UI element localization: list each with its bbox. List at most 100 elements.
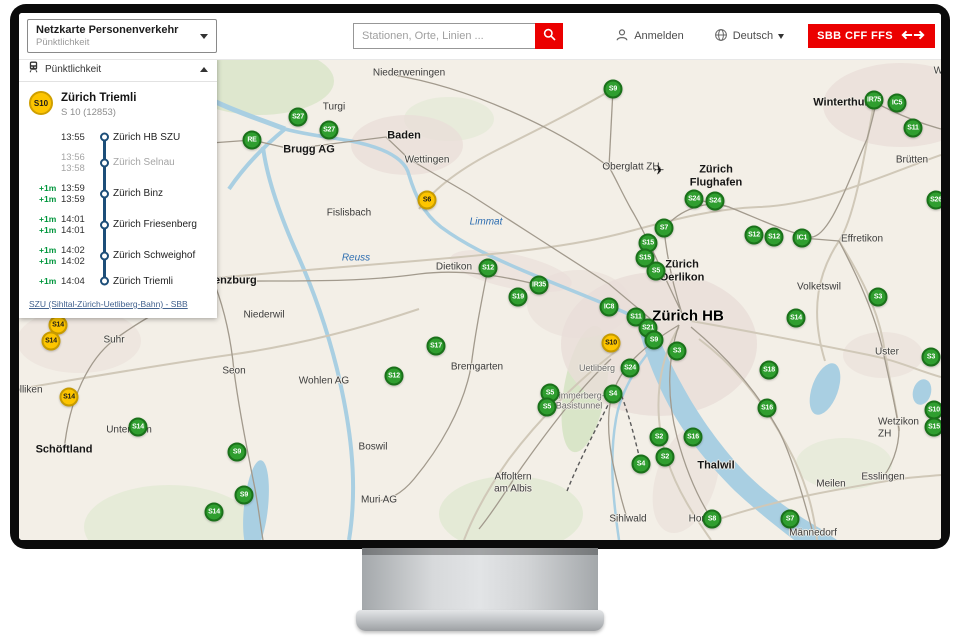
line-badge[interactable]: S6 bbox=[418, 191, 437, 210]
line-badge[interactable]: S12 bbox=[479, 259, 498, 278]
stop-row[interactable]: +1m13:59+1m13:59Zürich Binz bbox=[19, 178, 217, 209]
search-button[interactable] bbox=[535, 23, 563, 49]
line-badge[interactable]: IC1 bbox=[793, 229, 812, 248]
line-badge[interactable]: S5 bbox=[538, 398, 557, 417]
line-badge[interactable]: S3 bbox=[869, 288, 888, 307]
line-badge[interactable]: S14 bbox=[787, 309, 806, 328]
search-icon bbox=[543, 28, 556, 44]
stop-dot bbox=[100, 189, 109, 198]
panel-header[interactable]: Pünktlichkeit bbox=[19, 57, 217, 82]
monitor-frame: Netzkarte Personenverkehr Pünktlichkeit bbox=[10, 4, 950, 549]
app-header: Netzkarte Personenverkehr Pünktlichkeit bbox=[19, 13, 941, 60]
search-input[interactable] bbox=[353, 23, 535, 49]
layer-dropdown-title: Netzkarte Personenverkehr bbox=[36, 24, 200, 36]
chevron-down-icon bbox=[200, 34, 208, 39]
map-label: Wohlen AG bbox=[299, 375, 349, 387]
map-label: Uster bbox=[875, 346, 899, 358]
line-badge[interactable]: S2 bbox=[650, 428, 669, 447]
line-badge[interactable]: RE bbox=[243, 131, 262, 150]
line-badge[interactable]: S14 bbox=[129, 418, 148, 437]
line-badge[interactable]: S9 bbox=[235, 486, 254, 505]
airplane-icon: ✈ bbox=[654, 164, 665, 179]
line-badge[interactable]: S24 bbox=[685, 190, 704, 209]
punctuality-panel: Pünktlichkeit S10 Zürich Triemli S 10 (1… bbox=[19, 57, 217, 318]
line-badge[interactable]: S19 bbox=[509, 288, 528, 307]
line-badge[interactable]: S11 bbox=[904, 119, 923, 138]
map-label: Meilen bbox=[816, 478, 845, 490]
layer-dropdown[interactable]: Netzkarte Personenverkehr Pünktlichkeit bbox=[27, 19, 217, 53]
line-badge[interactable]: S24 bbox=[706, 192, 725, 211]
map-label: Dietikon bbox=[436, 261, 472, 273]
train-number: S 10 (12853) bbox=[61, 107, 136, 118]
sbb-logo[interactable]: SBB CFF FFS bbox=[808, 24, 935, 48]
line-badge[interactable]: S14 bbox=[205, 503, 224, 522]
stop-row[interactable]: +1m14:04Zürich Triemli bbox=[19, 271, 217, 291]
line-badge[interactable]: S3 bbox=[922, 348, 941, 367]
stop-row[interactable]: 13:5613:58Zürich Selnau bbox=[19, 147, 217, 178]
line-badge[interactable]: S5 bbox=[647, 262, 666, 281]
line-badge[interactable]: S4 bbox=[632, 455, 651, 474]
map-label: Uetliberg bbox=[579, 363, 615, 373]
map-label: Wettingen bbox=[405, 154, 450, 166]
line-badge[interactable]: S14 bbox=[42, 332, 61, 351]
line-badge[interactable]: S16 bbox=[684, 428, 703, 447]
map-label: Zürich Flughafen bbox=[690, 163, 743, 188]
map-label: Muri AG bbox=[361, 494, 397, 506]
panel-title: Pünktlichkeit bbox=[45, 64, 194, 75]
map-label: Oberglatt ZH bbox=[602, 161, 659, 173]
line-badge[interactable]: S12 bbox=[745, 226, 764, 245]
map-label: Turgi bbox=[323, 101, 345, 113]
chevron-up-icon bbox=[200, 67, 208, 72]
line-badge[interactable]: S26 bbox=[927, 191, 942, 210]
line-badge[interactable]: S8 bbox=[703, 510, 722, 529]
line-badge[interactable]: S2 bbox=[656, 448, 675, 467]
map-label: Wiesendangen bbox=[934, 65, 941, 77]
line-badge[interactable]: S12 bbox=[765, 228, 784, 247]
map-label: Affoltern am Albis bbox=[494, 472, 532, 495]
line-badge[interactable]: S17 bbox=[427, 337, 446, 356]
line-badge[interactable]: S12 bbox=[385, 367, 404, 386]
map-label: Bremgarten bbox=[451, 361, 503, 373]
operator-link[interactable]: SZU (Sihltal-Zürich-Uetliberg-Bahn) - SB… bbox=[29, 299, 188, 309]
line-badge[interactable]: S15 bbox=[925, 418, 942, 437]
map-label: Esslingen bbox=[861, 471, 904, 483]
line-badge[interactable]: S9 bbox=[228, 443, 247, 462]
line-badge[interactable]: S7 bbox=[655, 219, 674, 238]
map-label: Boswil bbox=[359, 441, 388, 453]
layer-dropdown-subtitle: Pünktlichkeit bbox=[36, 37, 200, 48]
line-badge[interactable]: S16 bbox=[758, 399, 777, 418]
line-badge[interactable]: S4 bbox=[604, 385, 623, 404]
map-label: Brugg AG bbox=[283, 144, 335, 157]
app-screen: Netzkarte Personenverkehr Pünktlichkeit bbox=[19, 13, 941, 540]
line-badge[interactable]: IC5 bbox=[888, 94, 907, 113]
stop-row[interactable]: +1m14:02+1m14:02Zürich Schweighof bbox=[19, 240, 217, 271]
line-badge[interactable]: IR35 bbox=[530, 276, 549, 295]
train-icon bbox=[28, 60, 39, 78]
line-badge[interactable]: S3 bbox=[668, 342, 687, 361]
stop-dot bbox=[100, 133, 109, 142]
line-badge[interactable]: S7 bbox=[781, 510, 800, 529]
map-label: Wetzikon ZH bbox=[878, 417, 920, 440]
search-bar bbox=[353, 23, 563, 49]
monitor-stand-neck bbox=[362, 548, 598, 611]
stop-row[interactable]: +1m14:01+1m14:01Zürich Friesenberg bbox=[19, 209, 217, 240]
line-badge[interactable]: S10 bbox=[602, 334, 621, 353]
login-button[interactable]: Anmelden bbox=[609, 27, 690, 46]
line-badge[interactable]: S18 bbox=[760, 361, 779, 380]
line-badge[interactable]: S24 bbox=[621, 359, 640, 378]
train-line-badge: S10 bbox=[29, 91, 53, 115]
line-badge[interactable]: S14 bbox=[60, 388, 79, 407]
train-name: Zürich Triemli bbox=[61, 91, 136, 104]
line-badge[interactable]: S9 bbox=[604, 80, 623, 99]
line-badge[interactable]: S9 bbox=[645, 331, 664, 350]
map-label: Limmat bbox=[470, 216, 503, 228]
stop-row[interactable]: 13:55Zürich HB SZU bbox=[19, 127, 217, 147]
globe-icon bbox=[714, 28, 728, 45]
line-badge[interactable]: S27 bbox=[289, 108, 308, 127]
line-badge[interactable]: IC8 bbox=[600, 298, 619, 317]
line-badge[interactable]: S27 bbox=[320, 121, 339, 140]
monitor-stand-base bbox=[356, 610, 604, 631]
user-icon bbox=[615, 28, 629, 45]
line-badge[interactable]: IR75 bbox=[865, 91, 884, 110]
language-selector[interactable]: Deutsch bbox=[708, 27, 790, 46]
